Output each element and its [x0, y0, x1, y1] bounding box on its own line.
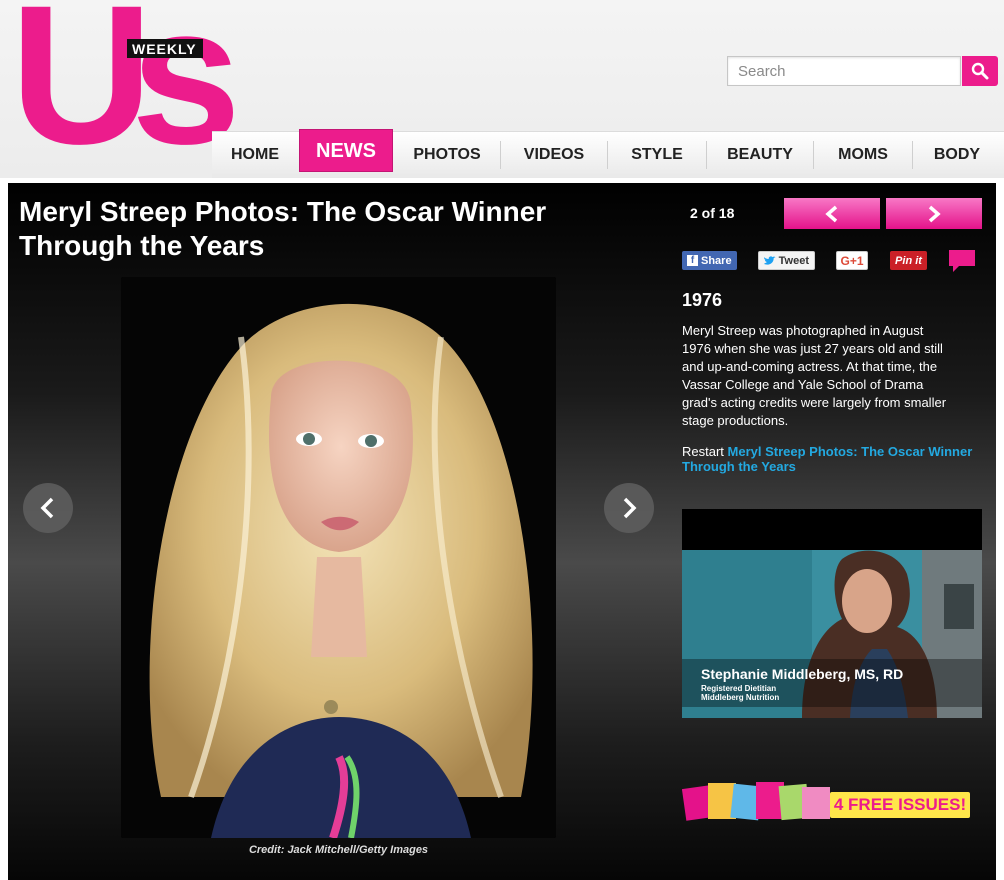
- us-weekly-logo[interactable]: Us WEEKLY: [10, 0, 241, 176]
- logo-badge: WEEKLY: [127, 39, 203, 58]
- portrait-image: [121, 277, 556, 838]
- video-speaker-org: Middleberg Nutrition: [701, 693, 780, 702]
- facebook-share-label: Share: [701, 254, 732, 267]
- gallery-photo: [121, 277, 556, 838]
- video-speaker-role: Registered Dietitian: [701, 684, 777, 693]
- tweet-button[interactable]: Tweet: [758, 251, 815, 270]
- prev-slide-button[interactable]: [784, 198, 880, 229]
- main-nav: HOME NEWS PHOTOS VIDEOS STYLE BEAUTY MOM…: [212, 129, 1004, 178]
- nav-style[interactable]: STYLE: [608, 132, 706, 177]
- search-box: [727, 56, 961, 86]
- nav-photos[interactable]: PHOTOS: [394, 132, 500, 177]
- nav-home[interactable]: HOME: [212, 132, 298, 177]
- nav-body[interactable]: BODY: [913, 132, 1001, 177]
- site-header: Us WEEKLY HOME NEWS PHOTOS VIDEOS STYLE …: [0, 0, 1004, 178]
- nav-beauty[interactable]: BEAUTY: [707, 132, 813, 177]
- magazine-covers-image: [681, 782, 830, 821]
- facebook-icon: f: [687, 255, 698, 266]
- slide-year: 1976: [682, 290, 723, 310]
- chevron-right-icon: [928, 205, 941, 222]
- page-title: Meryl Streep Photos: The Oscar Winner Th…: [19, 196, 547, 261]
- nav-videos[interactable]: VIDEOS: [501, 132, 607, 177]
- video-player[interactable]: Stephanie Middleberg, MS, RD Registered …: [682, 509, 982, 718]
- comment-button[interactable]: [949, 250, 975, 272]
- comment-icon: [949, 250, 975, 272]
- google-plus-button[interactable]: G+1: [836, 251, 868, 270]
- search-icon: [971, 62, 989, 80]
- photo-credit: Credit: Jack Mitchell/Getty Images: [248, 844, 429, 856]
- nav-moms[interactable]: MOMS: [814, 132, 912, 177]
- nav-news[interactable]: NEWS: [299, 129, 393, 172]
- slide-description: Meryl Streep was photographed in August …: [682, 323, 947, 428]
- photo-next-button[interactable]: [604, 483, 654, 533]
- chevron-left-icon: [40, 497, 54, 519]
- restart-gallery: Restart Meryl Streep Photos: The Oscar W…: [682, 444, 982, 474]
- pinterest-button[interactable]: Pin it: [890, 251, 927, 270]
- chevron-left-icon: [825, 205, 838, 222]
- logo-wordmark: Us: [10, 0, 241, 185]
- facebook-share-button[interactable]: f Share: [682, 251, 737, 270]
- chevron-right-icon: [623, 497, 637, 519]
- video-speaker-title: Registered Dietitian Middleberg Nutritio…: [701, 684, 779, 702]
- slide-counter: 2 of 18: [690, 205, 735, 221]
- next-slide-button[interactable]: [886, 198, 982, 229]
- restart-prefix: Restart: [682, 444, 728, 459]
- video-speaker-name: Stephanie Middleberg, MS, RD: [701, 666, 904, 682]
- twitter-icon: [764, 255, 776, 265]
- search-input[interactable]: [728, 57, 960, 85]
- photo-prev-button[interactable]: [23, 483, 73, 533]
- subscription-promo[interactable]: 4 FREE ISSUES!: [681, 779, 982, 821]
- tweet-label: Tweet: [778, 254, 809, 267]
- free-issues-label: 4 FREE ISSUES!: [830, 792, 970, 818]
- search-button[interactable]: [962, 56, 998, 86]
